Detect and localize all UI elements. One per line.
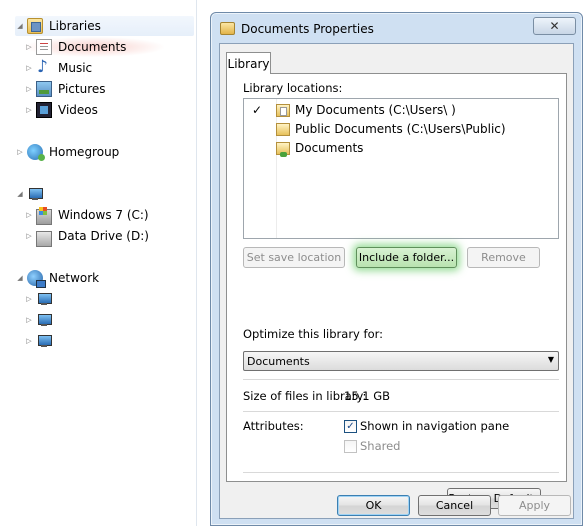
tree-item-documents[interactable]: ▷ Documents [24, 37, 164, 57]
computer-icon [27, 186, 43, 202]
expand-arrow-icon[interactable]: ▷ [24, 42, 34, 52]
shown-in-navigation-label: Shown in navigation pane [360, 419, 510, 433]
folder-icon [276, 141, 290, 157]
folder-icon [276, 103, 290, 117]
navigation-pane: ◢ Libraries ▷ Documents ▷ Music ▷ Pictur… [0, 0, 197, 526]
library-icon [220, 22, 235, 35]
expand-arrow-icon[interactable]: ▷ [24, 84, 34, 94]
include-folder-button[interactable]: Include a folder... [356, 247, 457, 268]
attributes-label: Attributes: [243, 419, 304, 433]
tree-label-homegroup: Homegroup [49, 145, 120, 159]
tree-item-data-drive[interactable]: ▷ Data Drive (D:) [24, 226, 149, 247]
collapse-arrow-icon[interactable]: ◢ [15, 273, 25, 283]
tree-item-pictures[interactable]: ▷ Pictures [24, 79, 106, 99]
location-text: My Documents (C:\Users\ ) [295, 103, 456, 117]
library-tab-panel: Library locations: ✓ My Documents (C:\Us… [226, 73, 567, 509]
location-text: Public Documents (C:\Users\Public) [295, 122, 506, 136]
location-text: Documents [295, 141, 364, 155]
network-icon [27, 270, 46, 288]
expand-arrow-icon[interactable]: ▷ [24, 105, 34, 115]
windows-drive-icon [36, 207, 52, 225]
dropdown-arrow-icon: ▼ [547, 355, 554, 364]
expand-arrow-icon[interactable]: ▷ [24, 210, 34, 220]
libraries-icon [27, 18, 43, 34]
tree-label-windows-drive: Windows 7 (C:) [58, 208, 149, 222]
tree-item-music[interactable]: ▷ Music [24, 57, 93, 78]
separator [243, 379, 559, 380]
tree-item-network-computer[interactable]: ▷ [24, 310, 58, 330]
location-item-my-documents[interactable]: ✓ My Documents (C:\Users\ ) [252, 101, 456, 119]
tree-item-homegroup[interactable]: ▷ Homegroup [15, 142, 119, 162]
dialog-titlebar[interactable]: Documents Properties ✕ [211, 13, 582, 43]
computer-icon [36, 333, 52, 349]
tree-label-pictures: Pictures [58, 82, 106, 96]
expand-arrow-icon[interactable]: ▷ [24, 231, 34, 241]
tree-label-videos: Videos [58, 103, 98, 117]
tree-label-documents: Documents [58, 40, 127, 54]
music-icon [36, 57, 52, 77]
expand-arrow-icon[interactable]: ▷ [15, 147, 25, 157]
expand-arrow-icon[interactable]: ▷ [24, 315, 34, 325]
tab-library[interactable]: Library [226, 52, 271, 74]
tree-label-network: Network [49, 271, 100, 285]
expand-arrow-icon[interactable]: ▷ [24, 294, 34, 304]
tree-item-network[interactable]: ◢ Network [15, 268, 99, 288]
cancel-button[interactable]: Cancel [418, 495, 491, 516]
optimize-label: Optimize this library for: [243, 327, 383, 341]
computer-icon [36, 312, 52, 328]
tree-label-music: Music [58, 61, 93, 75]
folder-icon [276, 122, 290, 136]
expand-arrow-icon[interactable]: ▷ [24, 336, 34, 346]
tree-item-network-computer[interactable]: ▷ [24, 331, 58, 351]
library-locations-list[interactable]: ✓ My Documents (C:\Users\ ) Public Docum… [243, 98, 559, 239]
collapse-arrow-icon[interactable]: ◢ [15, 189, 25, 199]
tree-label-data-drive: Data Drive (D:) [58, 229, 149, 243]
apply-button[interactable]: Apply [498, 495, 571, 516]
optimize-selected-value: Documents [247, 354, 310, 368]
documents-library-icon [36, 39, 52, 55]
tree-label-libraries: Libraries [49, 19, 101, 33]
dialog-title: Documents Properties [241, 22, 374, 36]
homegroup-icon [27, 144, 45, 161]
library-locations-label: Library locations: [243, 81, 343, 95]
separator [243, 472, 559, 473]
tree-item-libraries[interactable]: ◢ Libraries [15, 16, 194, 36]
tree-item-computer[interactable]: ◢ [15, 184, 49, 204]
tree-item-network-computer[interactable]: ▷ [24, 289, 58, 309]
collapse-arrow-icon[interactable]: ◢ [15, 21, 25, 31]
shared-label: Shared [360, 439, 401, 453]
tree-item-windows-drive[interactable]: ▷ Windows 7 (C:) [24, 205, 149, 225]
set-save-location-button[interactable]: Set save location [243, 247, 345, 268]
size-value: 15.1 GB [344, 389, 391, 403]
expand-arrow-icon[interactable]: ▷ [24, 63, 34, 73]
tab-library-label: Library [227, 56, 270, 71]
tree-item-videos[interactable]: ▷ Videos [24, 100, 98, 120]
optimize-for-select[interactable]: Documents ▼ [243, 351, 559, 371]
dialog-client-area: Library Library locations: ✓ My Document… [219, 43, 574, 519]
computer-icon [36, 291, 52, 307]
close-icon: ✕ [549, 19, 560, 33]
hard-drive-icon [36, 231, 52, 247]
location-item-public-documents[interactable]: Public Documents (C:\Users\Public) [252, 120, 506, 138]
pictures-icon [36, 81, 52, 97]
ok-button[interactable]: OK [337, 495, 410, 516]
default-save-check-icon: ✓ [252, 103, 263, 117]
videos-icon [36, 102, 52, 118]
remove-button[interactable]: Remove [467, 247, 540, 268]
separator [243, 411, 559, 412]
documents-properties-dialog: Documents Properties ✕ Library Library l… [210, 12, 583, 526]
location-item-documents[interactable]: Documents [252, 139, 363, 157]
shown-in-navigation-checkbox[interactable]: ✓ [344, 420, 357, 433]
shared-checkbox[interactable] [344, 440, 357, 453]
close-button[interactable]: ✕ [533, 17, 576, 35]
